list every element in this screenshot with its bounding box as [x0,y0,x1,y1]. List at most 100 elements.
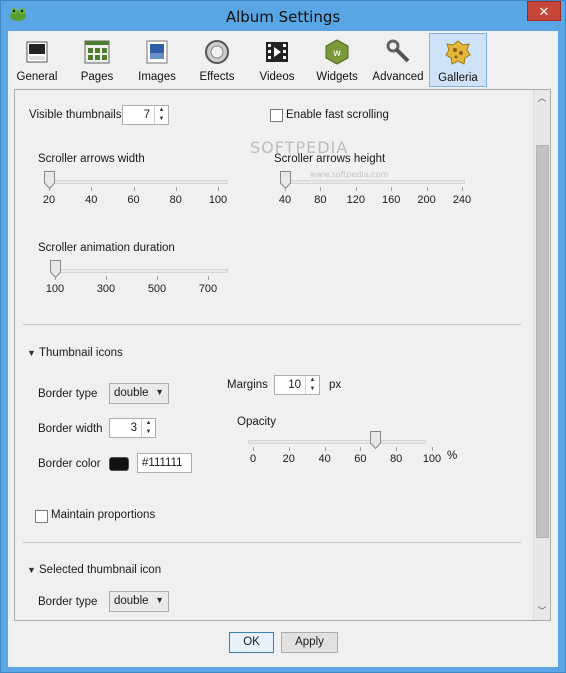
effects-icon [205,40,229,64]
slider-tick-label: 700 [198,283,218,295]
slider-tick-label: 60 [354,453,367,465]
watermark-url: www.softpedia.com [310,170,389,179]
tab-label: Effects [199,71,235,83]
opacity-track [248,440,426,444]
spinner-value: 7 [143,109,150,121]
scrollbar-thumb[interactable] [536,145,549,538]
slider-tick-label: 500 [147,283,167,295]
border-width-spinner[interactable]: 3 ▲ ▼ [109,418,156,438]
maintain-proportions-checkbox[interactable] [35,510,48,523]
dialog-client-area: General Pages Images Effects Videos w Wi… [8,31,558,667]
slider-tick-label: 240 [452,194,472,206]
select-value: double [114,595,149,607]
opacity-slider[interactable] [369,431,381,449]
slider-tick [49,187,50,191]
slider-tick [175,187,177,191]
tab-advanced[interactable]: Advanced [368,33,428,87]
slider-tick [391,187,393,191]
slider-tick-label: 80 [390,453,403,465]
thumbnail-icons-section-label[interactable]: Thumbnail icons [39,347,123,359]
widgets-icon: w [325,39,349,65]
spin-down-icon[interactable]: ▼ [306,385,319,394]
fast-scrolling-label: Enable fast scrolling [286,109,389,121]
selected-border-type-select[interactable]: double ▼ [109,591,169,612]
tab-images[interactable]: Images [128,33,186,87]
opacity-unit: % [447,450,458,462]
slider-tick [285,187,286,191]
border-type-select[interactable]: double ▼ [109,383,169,404]
select-value: double [114,387,149,399]
slider-tick-label: 40 [318,453,331,465]
svg-text:w: w [333,48,341,59]
border-width-label: Border width [38,423,103,435]
scroller-arrows-width-track [44,180,228,184]
galleria-icon [445,40,471,65]
tab-widgets[interactable]: w Widgets [308,33,366,87]
tab-galleria[interactable]: Galleria [429,33,487,87]
vertical-scrollbar[interactable]: ︿ ﹀ [533,90,550,620]
apply-button[interactable]: Apply [281,632,338,653]
scroller-animation-duration-label: Scroller animation duration [38,242,175,254]
section-collapse-icon[interactable]: ▼ [27,565,36,575]
galleria-settings-panel: Visible thumbnails 7 ▲ ▼ Enable fast scr… [14,89,551,621]
margins-spinner[interactable]: 10 ▲ ▼ [274,375,320,395]
border-color-field[interactable]: #111111 [137,453,192,473]
tab-strip: General Pages Images Effects Videos w Wi… [8,31,558,88]
spin-up-icon[interactable]: ▲ [306,376,319,385]
margins-label: Margins [227,379,268,391]
divider [23,324,521,325]
slider-tick-label: 120 [346,194,365,206]
tab-videos[interactable]: Videos [248,33,306,87]
spin-up-icon[interactable]: ▲ [142,419,155,428]
scroll-up-icon[interactable]: ︿ [534,90,550,107]
scroll-down-icon[interactable]: ﹀ [534,603,550,620]
slider-tick [55,276,56,280]
scroller-arrows-height-label: Scroller arrows height [274,153,386,165]
slider-tick [462,187,463,191]
slider-tick [396,447,398,451]
slider-tick-label: 20 [282,453,295,465]
slider-tick [320,187,322,191]
tab-label: Widgets [316,71,358,83]
chevron-down-icon: ▼ [155,595,164,605]
slider-tick [208,276,209,280]
fast-scrolling-checkbox[interactable] [270,109,283,122]
slider-tick [360,447,362,451]
border-color-swatch[interactable] [109,457,129,471]
slider-tick-label: 160 [382,194,401,206]
tab-pages[interactable]: Pages [68,33,126,87]
border-color-label: Border color [38,458,101,470]
tab-label: Images [138,71,176,83]
section-collapse-icon[interactable]: ▼ [27,348,36,358]
tab-general[interactable]: General [8,33,66,87]
slider-tick-label: 80 [169,194,182,206]
slider-tick-label: 20 [42,194,56,206]
tab-effects[interactable]: Effects [188,33,246,87]
slider-tick-label: 200 [417,194,436,206]
spin-down-icon[interactable]: ▼ [155,115,168,124]
scroller-arrows-height-track [280,180,465,184]
slider-tick-label: 40 [85,194,98,206]
spin-up-icon[interactable]: ▲ [155,106,168,115]
ok-button[interactable]: OK [229,632,274,653]
slider-tick-label: 0 [249,453,257,465]
selected-thumbnail-icon-section-label[interactable]: Selected thumbnail icon [39,564,161,576]
slider-tick [133,187,135,191]
slider-tick [432,447,433,451]
spin-down-icon[interactable]: ▼ [142,428,155,437]
scroller-arrows-width-label: Scroller arrows width [38,153,145,165]
title-bar[interactable]: Album Settings ✕ [1,1,565,31]
margins-unit: px [329,379,342,391]
visible-thumbnails-spinner[interactable]: 7 ▲ ▼ [122,105,169,125]
slider-tick [157,276,158,280]
pages-icon [84,40,110,64]
visible-thumbnails-label: Visible thumbnails [29,109,122,121]
close-button[interactable]: ✕ [527,1,561,21]
slider-tick-label: 100 [45,283,65,295]
window-title: Album Settings [225,8,341,26]
slider-tick [106,276,107,280]
images-icon [146,40,168,64]
slider-tick [426,187,428,191]
slider-tick [355,187,357,191]
slider-tick-label: 300 [96,283,116,295]
